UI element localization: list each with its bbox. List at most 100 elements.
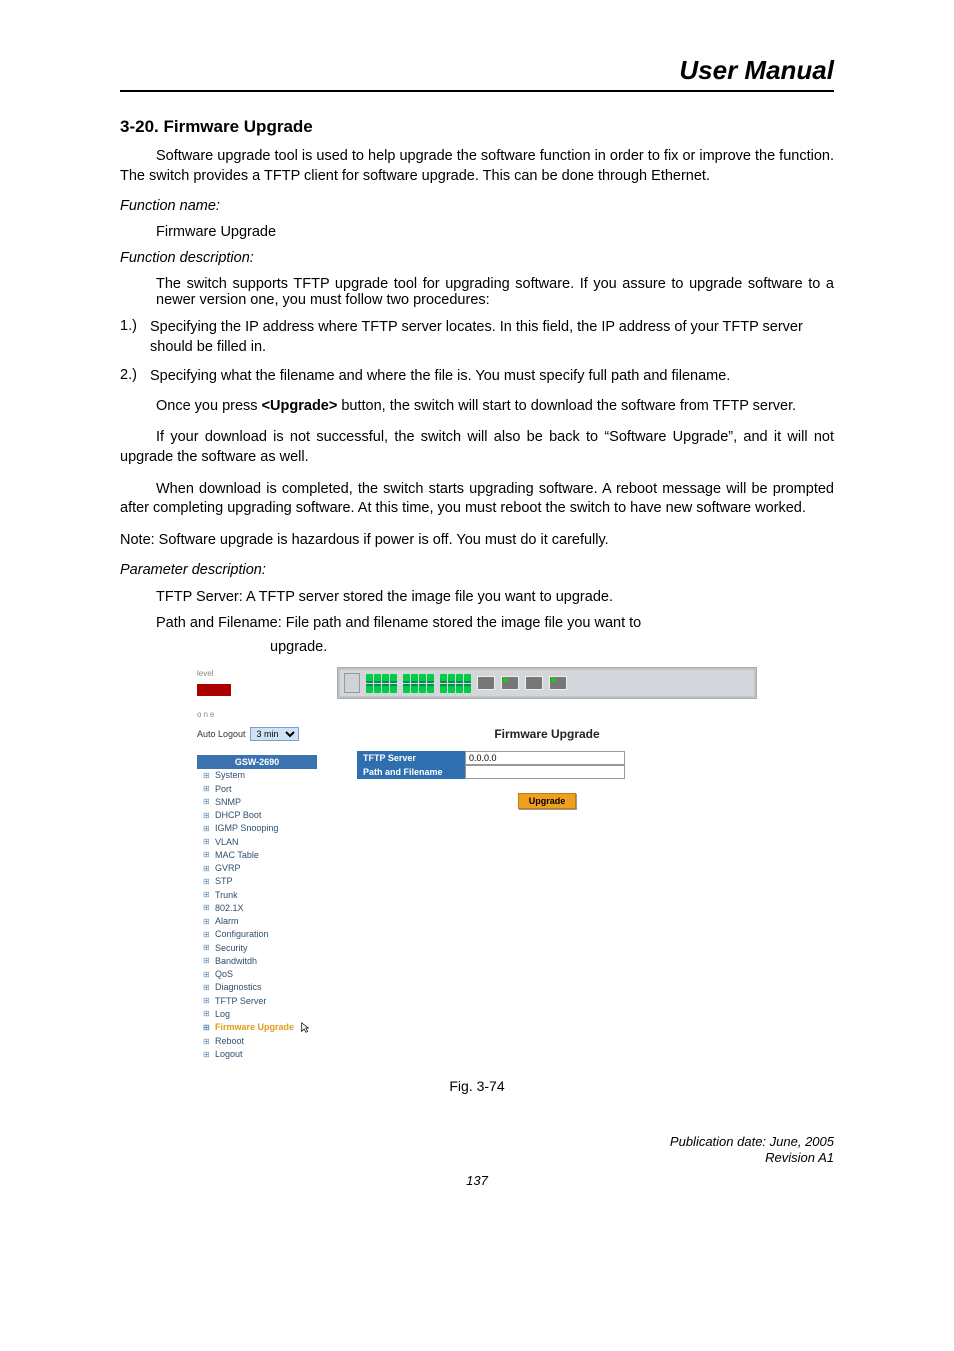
expand-icon: ⊞ bbox=[203, 864, 211, 874]
menu-item-label: TFTP Server bbox=[215, 996, 266, 1007]
expand-icon: ⊞ bbox=[203, 890, 211, 900]
logo-text-top: level bbox=[197, 669, 331, 678]
menu-item[interactable]: ⊞ Firmware Upgrade bbox=[197, 1021, 331, 1035]
menu-item[interactable]: ⊞Log bbox=[197, 1008, 331, 1021]
expand-icon: ⊞ bbox=[203, 996, 211, 1006]
uplink-port-1-icon bbox=[477, 676, 495, 690]
expand-icon: ⊞ bbox=[203, 1050, 211, 1060]
menu-item-label: SNMP bbox=[215, 797, 241, 808]
auto-logout-label: Auto Logout bbox=[197, 729, 246, 739]
menu-item[interactable]: ⊞ Alarm bbox=[197, 915, 331, 928]
menu-item[interactable]: ⊞Logout bbox=[197, 1048, 331, 1061]
menu-item[interactable]: ⊞IGMP Snooping bbox=[197, 822, 331, 835]
menu-item[interactable]: ⊞STP bbox=[197, 875, 331, 888]
menu-item-label: Firmware Upgrade bbox=[215, 1022, 294, 1033]
expand-icon: ⊞ bbox=[203, 930, 211, 940]
menu-item[interactable]: ⊞Trunk bbox=[197, 889, 331, 902]
tftp-server-input[interactable] bbox=[465, 751, 625, 765]
uplink-port-2-icon bbox=[501, 676, 519, 690]
publication-date: Publication date: June, 2005 bbox=[120, 1134, 834, 1151]
menu-item[interactable]: ⊞ VLAN bbox=[197, 836, 331, 849]
form-row-path: Path and Filename bbox=[357, 765, 757, 779]
expand-icon: ⊞ bbox=[203, 1037, 211, 1047]
param-path-label: Path and Filename: bbox=[156, 615, 282, 631]
expand-icon: ⊞ bbox=[203, 903, 211, 913]
menu-item[interactable]: ⊞ TFTP Server bbox=[197, 995, 331, 1008]
expand-icon: ⊞ bbox=[203, 983, 211, 993]
upgrade-button[interactable]: Upgrade bbox=[518, 793, 577, 809]
step-1-text: Specifying the IP address where TFTP ser… bbox=[150, 318, 834, 357]
expand-icon: ⊞ bbox=[203, 797, 211, 807]
port-group-1 bbox=[366, 674, 397, 693]
menu-item-label: MAC Table bbox=[215, 850, 259, 861]
menu-item-label: Log bbox=[215, 1009, 230, 1020]
menu-item[interactable]: ⊞ 802.1X bbox=[197, 902, 331, 915]
expand-icon: ⊞ bbox=[203, 784, 211, 794]
section-heading: 3-20. Firmware Upgrade bbox=[120, 117, 834, 137]
expand-icon: ⊞ bbox=[203, 837, 211, 847]
embedded-screenshot: level one Auto Logout 3 min GSW-2690 ⊞Sy… bbox=[187, 663, 767, 1067]
expand-icon: ⊞ bbox=[203, 811, 211, 821]
uplink-port-4-icon bbox=[549, 676, 567, 690]
menu-item[interactable]: ⊞Reboot bbox=[197, 1035, 331, 1048]
step-1-number: 1.) bbox=[120, 318, 150, 357]
menu-item-label: 802.1X bbox=[215, 903, 244, 914]
step-1: 1.) Specifying the IP address where TFTP… bbox=[120, 318, 834, 357]
intro-paragraph: Software upgrade tool is used to help up… bbox=[120, 147, 834, 186]
menu-item[interactable]: ⊞ Port bbox=[197, 783, 331, 796]
menu-item-label: VLAN bbox=[215, 837, 239, 848]
expand-icon: ⊞ bbox=[203, 771, 211, 781]
expand-icon: ⊞ bbox=[203, 824, 211, 834]
auto-logout-select[interactable]: 3 min bbox=[250, 727, 299, 741]
menu-item[interactable]: ⊞Security bbox=[197, 942, 331, 955]
menu-item-label: Port bbox=[215, 784, 232, 795]
form-row-tftp: TFTP Server bbox=[357, 751, 757, 765]
menu-item-label: Alarm bbox=[215, 916, 239, 927]
device-faceplate-icon bbox=[344, 673, 360, 693]
menu-item-label: Configuration bbox=[215, 929, 269, 940]
expand-icon: ⊞ bbox=[203, 1023, 211, 1033]
param-path-cont: upgrade. bbox=[270, 639, 834, 655]
once-press-post: button, the switch will start to downloa… bbox=[337, 398, 796, 414]
form-label-path: Path and Filename bbox=[357, 765, 465, 779]
port-group-2 bbox=[403, 674, 434, 693]
once-press-pre: Once you press bbox=[156, 398, 262, 414]
menu-item-label: System bbox=[215, 770, 245, 781]
menu-item[interactable]: ⊞ Diagnostics bbox=[197, 981, 331, 994]
menu-item-label: DHCP Boot bbox=[215, 810, 261, 821]
menu-item[interactable]: ⊞ DHCP Boot bbox=[197, 809, 331, 822]
menu-item[interactable]: ⊞ System bbox=[197, 769, 331, 782]
step-2-number: 2.) bbox=[120, 367, 150, 387]
menu-item-label: Bandwitdh bbox=[215, 956, 257, 967]
path-filename-input[interactable] bbox=[465, 765, 625, 779]
menu-item-label: QoS bbox=[215, 969, 233, 980]
complete-paragraph: When download is completed, the switch s… bbox=[120, 480, 834, 519]
form-label-tftp: TFTP Server bbox=[357, 751, 465, 765]
param-path-text: File path and filename stored the image … bbox=[286, 615, 641, 631]
param-tftp: TFTP Server: A TFTP server stored the im… bbox=[156, 588, 834, 608]
menu-item-label: Diagnostics bbox=[215, 982, 262, 993]
page-header-title: User Manual bbox=[679, 55, 834, 85]
step-2-text: Specifying what the filename and where t… bbox=[150, 367, 834, 387]
menu-item-label: STP bbox=[215, 876, 233, 887]
menu-item[interactable]: ⊞ GVRP bbox=[197, 862, 331, 875]
expand-icon: ⊞ bbox=[203, 850, 211, 860]
ss-main: Firmware Upgrade TFTP Server Path and Fi… bbox=[337, 663, 767, 1067]
menu-item[interactable]: ⊞ Configuration bbox=[197, 928, 331, 941]
function-description-text: The switch supports TFTP upgrade tool fo… bbox=[156, 276, 834, 308]
menu-header: GSW-2690 bbox=[197, 755, 317, 769]
fail-paragraph: If your download is not successful, the … bbox=[120, 428, 834, 467]
expand-icon: ⊞ bbox=[203, 917, 211, 927]
menu-item[interactable]: ⊞ QoS bbox=[197, 968, 331, 981]
menu-item-label: GVRP bbox=[215, 863, 241, 874]
menu-item[interactable]: ⊞ MAC Table bbox=[197, 849, 331, 862]
expand-icon: ⊞ bbox=[203, 956, 211, 966]
menu-item[interactable]: ⊞ SNMP bbox=[197, 796, 331, 809]
parameter-description-label: Parameter description: bbox=[120, 562, 834, 578]
figure-caption: Fig. 3-74 bbox=[120, 1078, 834, 1094]
page-number: 137 bbox=[120, 1173, 834, 1188]
publication-block: Publication date: June, 2005 Revision A1 bbox=[120, 1134, 834, 1168]
menu-list: ⊞ System ⊞ Port ⊞ SNMP ⊞ DHCP Boot⊞IGMP Snoopin… bbox=[197, 769, 331, 1061]
menu-item[interactable]: ⊞ Bandwitdh bbox=[197, 955, 331, 968]
expand-icon: ⊞ bbox=[203, 970, 211, 980]
